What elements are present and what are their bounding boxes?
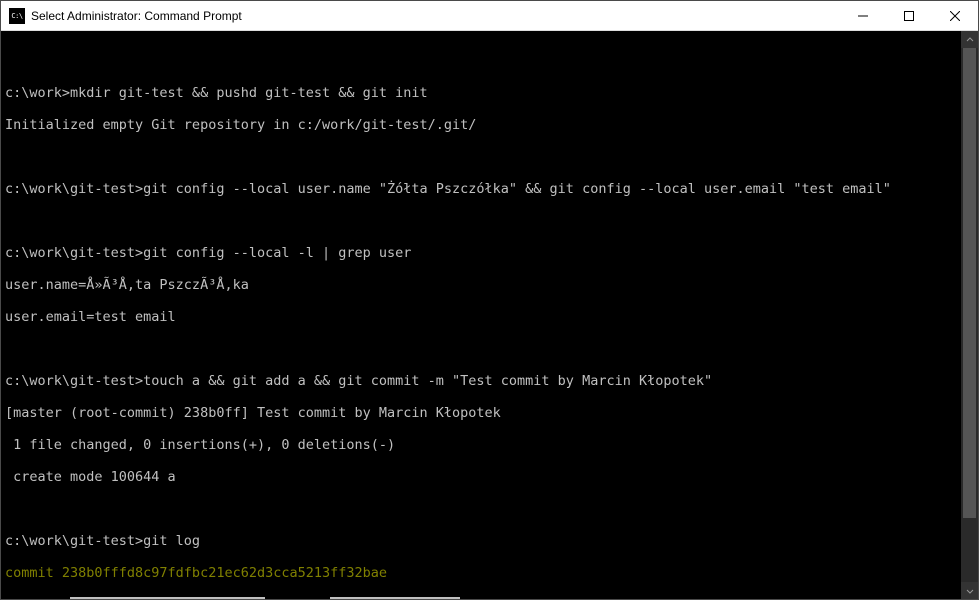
scroll-up-button[interactable] xyxy=(961,31,978,48)
output-line: 1 file changed, 0 insertions(+), 0 delet… xyxy=(5,437,970,453)
text: ka <test email> xyxy=(460,597,582,599)
maximize-button[interactable] xyxy=(886,1,932,30)
output-line: user.name=Å»Ã³Å‚ta PszczÃ³Å‚ka xyxy=(5,277,970,293)
output-line xyxy=(5,501,970,517)
escaped-bytes: <C3><B3><C5><82> xyxy=(330,597,460,599)
command-prompt-window: C:\ Select Administrator: Command Prompt… xyxy=(0,0,979,600)
window-title: Select Administrator: Command Prompt xyxy=(31,9,840,23)
output-line: create mode 100644 a xyxy=(5,469,970,485)
output-line: c:\work\git-test>git config --local -l |… xyxy=(5,245,970,261)
author-line: Author: <C5><BB><C3><B3><C5><82>ta Pszcz… xyxy=(5,597,970,599)
minimize-icon xyxy=(858,11,868,21)
maximize-icon xyxy=(904,11,914,21)
minimize-button[interactable] xyxy=(840,1,886,30)
scroll-down-button[interactable] xyxy=(961,582,978,599)
escaped-bytes: <C5><BB><C3><B3><C5><82> xyxy=(70,597,265,599)
chevron-down-icon xyxy=(966,587,974,595)
chevron-up-icon xyxy=(966,36,974,44)
output-line: user.email=test email xyxy=(5,309,970,325)
terminal-area[interactable]: c:\work>mkdir git-test && pushd git-test… xyxy=(1,31,978,599)
output-line: [master (root-commit) 238b0ff] Test comm… xyxy=(5,405,970,421)
commit-hash-line: commit 238b0fffd8c97fdfbc21ec62d3cca5213… xyxy=(5,565,970,581)
output-line: Initialized empty Git repository in c:/w… xyxy=(5,117,970,133)
titlebar[interactable]: C:\ Select Administrator: Command Prompt xyxy=(1,1,978,31)
app-icon: C:\ xyxy=(9,8,25,24)
text: ta Pszcz xyxy=(265,597,330,599)
output-line xyxy=(5,149,970,165)
output-line xyxy=(5,53,970,69)
output-line: c:\work>mkdir git-test && pushd git-test… xyxy=(5,85,970,101)
window-controls xyxy=(840,1,978,30)
output-line: c:\work\git-test>git config --local user… xyxy=(5,181,970,197)
terminal-output: c:\work>mkdir git-test && pushd git-test… xyxy=(5,37,970,599)
output-line: c:\work\git-test>git log xyxy=(5,533,970,549)
scroll-track[interactable] xyxy=(961,48,978,582)
output-line xyxy=(5,213,970,229)
vertical-scrollbar[interactable] xyxy=(961,31,978,599)
output-line: c:\work\git-test>touch a && git add a &&… xyxy=(5,373,970,389)
close-button[interactable] xyxy=(932,1,978,30)
output-line xyxy=(5,341,970,357)
scroll-thumb[interactable] xyxy=(963,48,976,518)
close-icon xyxy=(950,11,960,21)
text: Author: xyxy=(5,597,70,599)
